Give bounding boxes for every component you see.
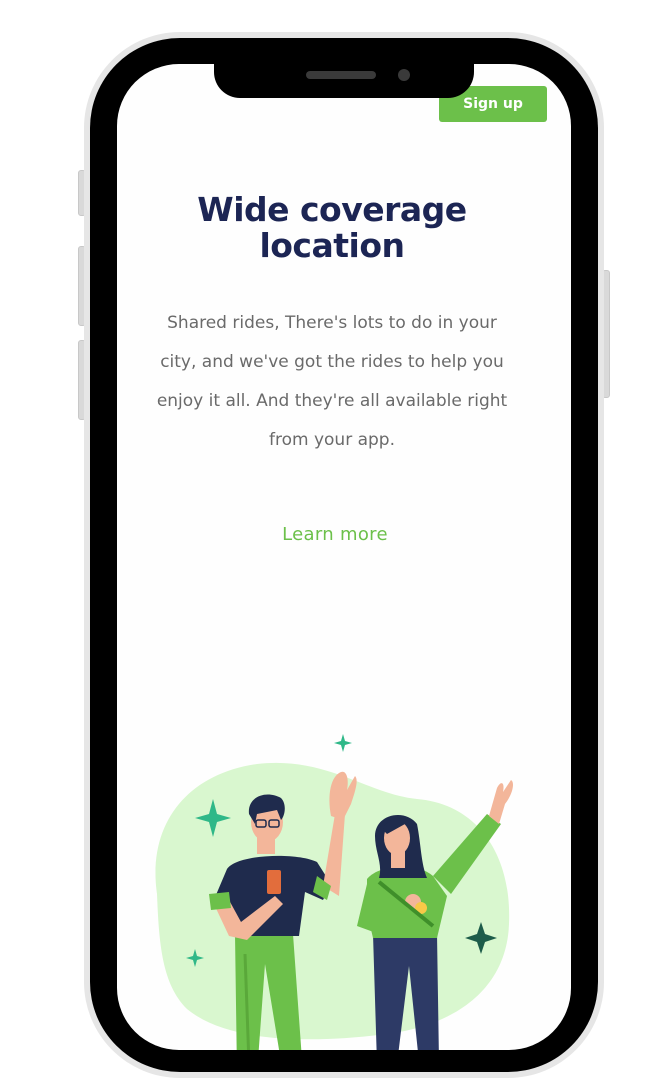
phone-notch — [214, 50, 474, 98]
hero-title: Wide coverage location — [117, 192, 547, 264]
people-waving-illustration — [155, 734, 513, 1050]
speaker-grille — [306, 71, 376, 79]
hero-title-line-1: Wide coverage — [197, 190, 467, 229]
phone-screen: Sign up Wide coverage location Shared ri… — [117, 64, 571, 1050]
camera-icon — [398, 69, 410, 81]
sparkle-icon — [334, 734, 352, 752]
page-stage: Sign up Wide coverage location Shared ri… — [0, 0, 662, 1082]
hero-description: Shared rides, There's lots to do in your… — [156, 313, 508, 450]
hero-title-line-2: location — [259, 226, 405, 265]
learn-more-link[interactable]: Learn more — [117, 524, 553, 545]
